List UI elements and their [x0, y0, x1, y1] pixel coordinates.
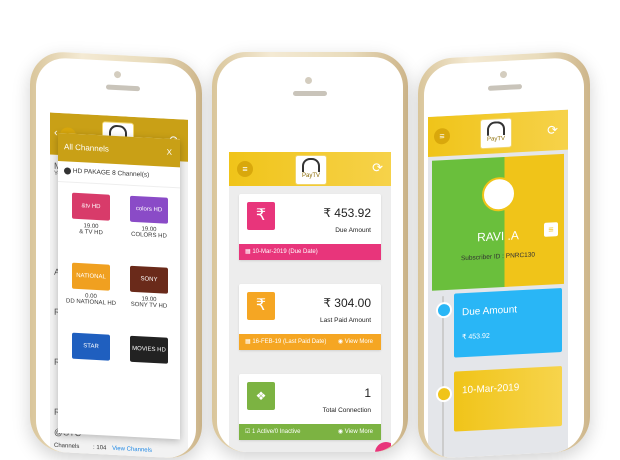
refresh-icon[interactable]: ⟳ — [547, 122, 558, 139]
right-speaker — [488, 84, 522, 91]
dropbox-icon: ❖ — [247, 382, 275, 410]
channel-grid: &tv HD 19.00 & TV HD colors HD 19.00 COLORS H… — [58, 182, 180, 438]
channel-name — [124, 365, 174, 368]
profile-card: ≡ RAVI .A Subscriber ID : PNRC130 — [432, 153, 564, 291]
last-paid-value: ₹ 304.00 — [323, 296, 371, 310]
last-paid-date: 16-FEB-19 (Last Paid Date) — [252, 339, 327, 345]
channel-item[interactable]: SONY 19.00 SONY TV HD — [124, 265, 174, 310]
middle-screen: ≡ PayTV ⟳ ₹ ₹ 453.92 Due Amount ▦ 10-Mar… — [229, 152, 391, 452]
left-screen: ‹ ≡ PayTV ⟳ M Yo Ac Re Re Re @STC Channe… — [50, 112, 188, 460]
right-topbar: ≡ PayTV ⟳ — [428, 109, 568, 157]
app-logo: PayTV — [295, 155, 327, 185]
channel-logo: NATIONAL — [72, 262, 110, 291]
total-connection-label: Total Connection — [322, 407, 371, 414]
package-label: HD PAKAGE — [72, 167, 111, 177]
total-connection-card[interactable]: ❖ 1 Total Connection ☑ 1 Active/0 Inacti… — [239, 374, 381, 440]
left-camera — [114, 70, 121, 79]
right-camera — [500, 70, 507, 79]
due-date-text: 10-Mar-2019 (Due Date) — [252, 249, 318, 255]
refresh-icon[interactable]: ⟳ — [372, 160, 383, 176]
left-phone-bezel: ‹ ≡ PayTV ⟳ M Yo Ac Re Re Re @STC Channe… — [36, 56, 196, 460]
channels-row-value: : 104 — [93, 444, 107, 452]
popup-title: All Channels — [64, 142, 109, 154]
timeline-dot — [436, 301, 452, 319]
channels-row-label: Channels — [54, 442, 80, 451]
menu-button[interactable]: ≡ — [237, 161, 253, 177]
channel-logo: STAR WORLD HD — [72, 332, 110, 377]
date-panel-value: 10-Mar-2019 — [462, 382, 520, 397]
middle-speaker — [293, 91, 327, 96]
due-amount-value: ₹ 453.92 — [323, 206, 371, 220]
channel-name: DD NATIONAL HD — [66, 298, 117, 308]
channels-row: Channels : 104 View Channels — [54, 443, 184, 456]
channel-name: COLORS HD — [131, 231, 167, 240]
channel-logo: MOVIES HD — [130, 335, 168, 364]
view-more-link[interactable]: ◉ View More — [338, 424, 373, 440]
due-amount-label: Due Amount — [335, 227, 371, 234]
left-speaker — [106, 84, 140, 92]
channel-logo: &tv HD — [72, 192, 110, 221]
due-panel-title: Due Amount — [462, 304, 518, 319]
connection-status: 1 Active/0 Inactive — [252, 429, 301, 435]
channel-price — [124, 365, 174, 368]
rupee-icon: ₹ — [247, 292, 275, 320]
channel-item[interactable]: NATIONAL 0.00 DD NATIONAL HD — [66, 262, 116, 307]
all-channels-popup: All Channels X HD PAKAGE 8 Channel(s) &t… — [58, 132, 180, 440]
eye-icon: ◉ — [337, 429, 345, 435]
due-panel-value: ₹ 453.92 — [462, 332, 490, 342]
last-paid-label: Last Paid Amount — [320, 317, 371, 324]
menu-button[interactable]: ≡ — [434, 127, 450, 145]
channel-logo: SONY — [130, 265, 168, 294]
fab-button[interactable] — [375, 442, 391, 452]
profile-logo — [482, 176, 516, 213]
connection-footer: ☑ 1 Active/0 Inactive ◉ View More — [239, 424, 381, 440]
middle-topbar: ≡ PayTV ⟳ — [229, 152, 391, 186]
channel-item[interactable]: STAR WORLD HD — [66, 332, 116, 377]
channel-logo: colors HD — [130, 195, 168, 224]
middle-phone-bezel: ≡ PayTV ⟳ ₹ ₹ 453.92 Due Amount ▦ 10-Mar… — [217, 57, 403, 452]
timeline-dot — [436, 385, 452, 403]
check-icon: ☑ — [245, 429, 253, 435]
close-icon[interactable]: X — [167, 139, 172, 167]
package-count: 8 Channel(s) — [112, 169, 150, 179]
right-phone: ≡ PayTV ⟳ ≡ RAVI .A Subscriber ID : PNRC… — [418, 50, 590, 460]
last-paid-card[interactable]: ₹ ₹ 304.00 Last Paid Amount ▦ 16-FEB-19 … — [239, 284, 381, 350]
subscriber-id: Subscriber ID : PNRC130 — [460, 251, 536, 263]
eye-icon: ◉ — [337, 339, 345, 345]
channel-item[interactable]: &tv HD 19.00 & TV HD — [66, 192, 116, 237]
left-phone: ‹ ≡ PayTV ⟳ M Yo Ac Re Re Re @STC Channe… — [30, 50, 202, 460]
minus-circle-icon[interactable] — [64, 167, 71, 175]
last-paid-footer: ▦ 16-FEB-19 (Last Paid Date) ◉ View More — [239, 334, 381, 350]
channel-item[interactable]: MOVIES HD — [124, 335, 174, 368]
timeline-line — [442, 296, 444, 460]
right-screen: ≡ PayTV ⟳ ≡ RAVI .A Subscriber ID : PNRC… — [428, 109, 568, 460]
user-name: RAVI .A — [477, 228, 519, 245]
due-amount-panel[interactable]: Due Amount ₹ 453.92 — [454, 287, 562, 358]
date-panel[interactable]: 10-Mar-2019 — [454, 365, 562, 432]
rupee-icon: ₹ — [247, 202, 275, 230]
total-connection-value: 1 — [364, 386, 371, 400]
right-phone-bezel: ≡ PayTV ⟳ ≡ RAVI .A Subscriber ID : PNRC… — [424, 56, 584, 460]
view-more-link[interactable]: ◉ View More — [338, 334, 373, 350]
app-logo: PayTV — [480, 117, 512, 150]
due-date-footer: ▦ 10-Mar-2019 (Due Date) — [239, 244, 381, 260]
channel-item[interactable]: colors HD 19.00 COLORS HD — [124, 195, 174, 240]
channel-name: & TV HD — [79, 229, 103, 237]
due-amount-card[interactable]: ₹ ₹ 453.92 Due Amount ▦ 10-Mar-2019 (Due… — [239, 194, 381, 260]
middle-phone: ≡ PayTV ⟳ ₹ ₹ 453.92 Due Amount ▦ 10-Mar… — [212, 52, 408, 452]
channel-name: SONY TV HD — [130, 301, 168, 310]
middle-camera — [305, 77, 312, 84]
